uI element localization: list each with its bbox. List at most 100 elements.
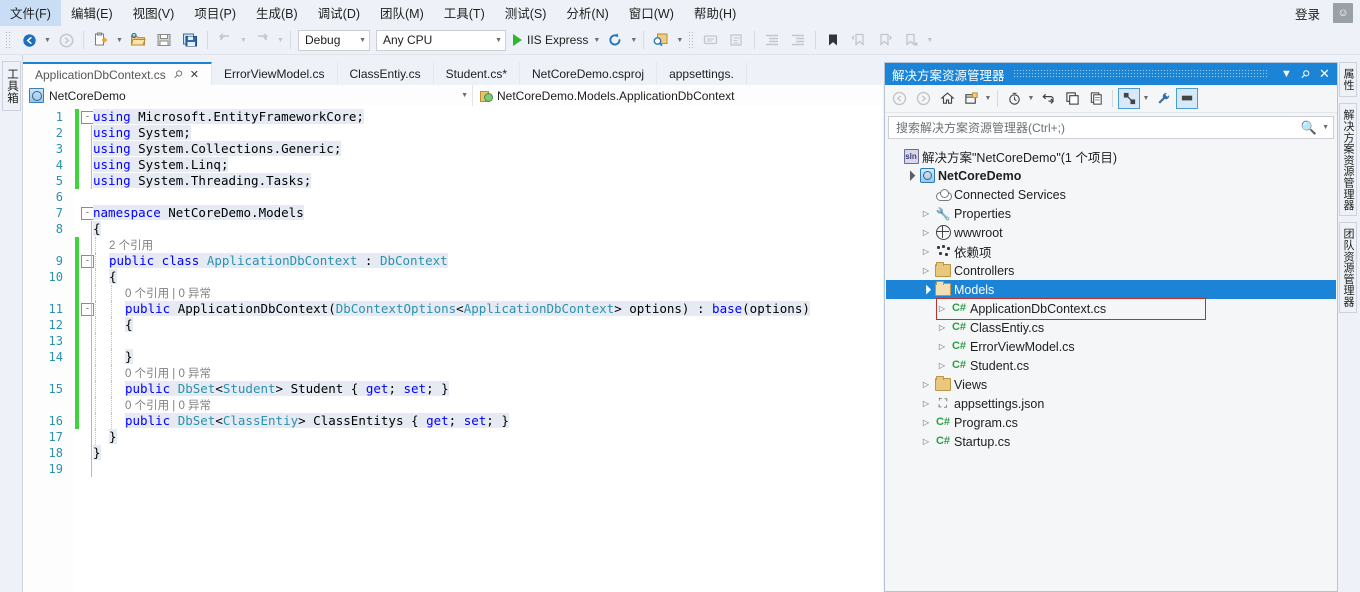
- undo-icon[interactable]: [212, 29, 238, 51]
- code-line[interactable]: 10 {: [23, 269, 883, 285]
- code-line[interactable]: 0 个引用 | 0 异常: [23, 285, 883, 301]
- new-project-icon[interactable]: [88, 29, 114, 51]
- navbar-project-combo[interactable]: NetCoreDemo ▼: [23, 85, 473, 106]
- code-line[interactable]: 0 个引用 | 0 异常: [23, 397, 883, 413]
- tree-node[interactable]: ▷ ⛶ appsettings.json: [886, 394, 1336, 413]
- collapse-all-icon[interactable]: [1061, 88, 1083, 109]
- navigate-forward-icon[interactable]: [53, 29, 79, 51]
- menu-item-5[interactable]: 调试(D): [308, 0, 370, 27]
- tree-node[interactable]: ▷ 依赖项: [886, 242, 1336, 261]
- tree-node[interactable]: Connected Services: [886, 185, 1336, 204]
- tree-node[interactable]: ▷ C# Program.cs: [886, 413, 1336, 432]
- tree-node[interactable]: ▷ C# Student.cs: [886, 356, 1336, 375]
- outlining-collapse-icon[interactable]: -: [81, 303, 94, 316]
- undo-dropdown-icon[interactable]: ▼: [238, 29, 249, 51]
- find-dropdown-icon[interactable]: ▼: [674, 29, 685, 51]
- code-line[interactable]: 13: [23, 333, 883, 349]
- solution-platform-combo[interactable]: Any CPU ▼: [376, 29, 506, 51]
- code-line[interactable]: 5 using System.Threading.Tasks;: [23, 173, 883, 189]
- expander-collapsed-icon[interactable]: ▷: [918, 228, 934, 237]
- code-line[interactable]: 1- using Microsoft.EntityFrameworkCore;: [23, 109, 883, 125]
- preview-selected-items-icon[interactable]: [1118, 88, 1140, 109]
- expander-collapsed-icon[interactable]: ▷: [918, 266, 934, 275]
- chevron-down-icon[interactable]: ▼: [1141, 95, 1151, 102]
- code-line[interactable]: 16 public DbSet<ClassEntiy> ClassEntitys …: [23, 413, 883, 429]
- tree-node[interactable]: ▷ C# Startup.cs: [886, 432, 1336, 451]
- expander-collapsed-icon[interactable]: ▷: [918, 209, 934, 218]
- toolbox-tab[interactable]: 工具箱: [2, 61, 21, 111]
- editor-tab-3[interactable]: Student.cs*: [434, 62, 521, 85]
- code-line[interactable]: 7- namespace NetCoreDemo.Models: [23, 205, 883, 221]
- solution-explorer-tree[interactable]: sln 解决方案"NetCoreDemo"(1 个项目) ◢ NetCoreDemo C…: [886, 147, 1336, 590]
- code-surface[interactable]: 1- using Microsoft.EntityFrameworkCore; 2 u…: [23, 109, 883, 477]
- code-line[interactable]: 2 using System;: [23, 125, 883, 141]
- tree-node[interactable]: ▷ C# ApplicationDbContext.cs: [886, 299, 1336, 318]
- expander-collapsed-icon[interactable]: ▷: [918, 437, 934, 446]
- expander-collapsed-icon[interactable]: ▷: [918, 380, 934, 389]
- codelens-indicator[interactable]: 0 个引用 | 0 异常: [125, 288, 211, 300]
- refresh-icon[interactable]: [1037, 88, 1059, 109]
- comment-selection-icon[interactable]: [698, 29, 724, 51]
- expander-expanded-icon[interactable]: ◢: [916, 280, 935, 299]
- search-magnifier-icon[interactable]: 🔍: [1301, 120, 1317, 136]
- previous-bookmark-icon[interactable]: [846, 29, 872, 51]
- code-line[interactable]: 11 - public ApplicationDbContext(DbContext…: [23, 301, 883, 317]
- tree-node[interactable]: ▷ C# ClassEntiy.cs: [886, 318, 1336, 337]
- chevron-down-icon[interactable]: ▼: [1317, 124, 1329, 131]
- properties-window-icon[interactable]: [1176, 88, 1198, 109]
- code-line[interactable]: 18}: [23, 445, 883, 461]
- home-icon[interactable]: [936, 88, 958, 109]
- tree-node[interactable]: ▷ wwwroot: [886, 223, 1336, 242]
- expander-collapsed-icon[interactable]: ▷: [918, 418, 934, 427]
- sign-in-button[interactable]: 登录: [1286, 1, 1329, 26]
- solution-explorer-search[interactable]: 搜索解决方案资源管理器(Ctrl+;) 🔍 ▼: [888, 116, 1334, 139]
- editor-tab-2[interactable]: ClassEntiy.cs: [338, 62, 434, 85]
- code-line[interactable]: 12 {: [23, 317, 883, 333]
- menu-item-6[interactable]: 团队(M): [370, 0, 434, 27]
- code-line[interactable]: 6: [23, 189, 883, 205]
- navigate-back-icon[interactable]: [16, 29, 42, 51]
- code-line[interactable]: 14}: [23, 349, 883, 365]
- codelens-indicator[interactable]: 2 个引用: [109, 240, 153, 252]
- save-all-icon[interactable]: [177, 29, 203, 51]
- sync-with-active-document-icon[interactable]: [960, 88, 982, 109]
- codelens-indicator[interactable]: 0 个引用 | 0 异常: [125, 400, 211, 412]
- open-file-icon[interactable]: [125, 29, 151, 51]
- expander-collapsed-icon[interactable]: ▷: [918, 399, 934, 408]
- expander-collapsed-icon[interactable]: ▷: [934, 304, 950, 313]
- code-line[interactable]: 3 using System.Collections.Generic;: [23, 141, 883, 157]
- redo-dropdown-icon[interactable]: ▼: [275, 29, 286, 51]
- outlining-collapse-icon[interactable]: -: [81, 255, 94, 268]
- code-line[interactable]: 2 个引用: [23, 237, 883, 253]
- forward-icon[interactable]: [912, 88, 934, 109]
- start-debugging-button[interactable]: IIS Express: [509, 29, 591, 51]
- editor-tab-0[interactable]: ApplicationDbContext.cs ⚲ ✕: [23, 62, 213, 85]
- start-debugging-dropdown-icon[interactable]: ▼: [591, 29, 602, 51]
- code-editor[interactable]: 1- using Microsoft.EntityFrameworkCore; 2 u…: [23, 106, 883, 592]
- pending-changes-filter-icon[interactable]: [1003, 88, 1025, 109]
- toolbar-overflow-icon[interactable]: ▼: [924, 29, 935, 51]
- codelens-indicator[interactable]: 0 个引用 | 0 异常: [125, 368, 211, 380]
- code-line[interactable]: 9 - public class ApplicationDbContext : Db…: [23, 253, 883, 269]
- editor-tab-5[interactable]: appsettings.: [657, 62, 747, 85]
- right-rail-tab-0[interactable]: 属性: [1339, 62, 1357, 97]
- right-rail-tab-1[interactable]: 解决方案资源管理器: [1339, 102, 1357, 217]
- expander-collapsed-icon[interactable]: ▷: [934, 323, 950, 332]
- pin-icon[interactable]: ⚲: [170, 67, 185, 82]
- refresh-dropdown-icon[interactable]: ▼: [628, 29, 639, 51]
- bookmark-icon[interactable]: [820, 29, 846, 51]
- decrease-indent-icon[interactable]: [759, 29, 785, 51]
- tree-node[interactable]: ◢ Models: [886, 280, 1336, 299]
- code-line[interactable]: 8{: [23, 221, 883, 237]
- increase-indent-icon[interactable]: [785, 29, 811, 51]
- menu-item-2[interactable]: 视图(V): [123, 0, 185, 27]
- editor-tab-4[interactable]: NetCoreDemo.csproj: [520, 62, 658, 85]
- back-icon[interactable]: [888, 88, 910, 109]
- menu-item-3[interactable]: 项目(P): [184, 0, 246, 27]
- expander-collapsed-icon[interactable]: ▷: [934, 361, 950, 370]
- code-line[interactable]: 0 个引用 | 0 异常: [23, 365, 883, 381]
- redo-icon[interactable]: [249, 29, 275, 51]
- next-bookmark-icon[interactable]: [872, 29, 898, 51]
- tree-node[interactable]: ◢ NetCoreDemo: [886, 166, 1336, 185]
- refresh-icon[interactable]: [602, 29, 628, 51]
